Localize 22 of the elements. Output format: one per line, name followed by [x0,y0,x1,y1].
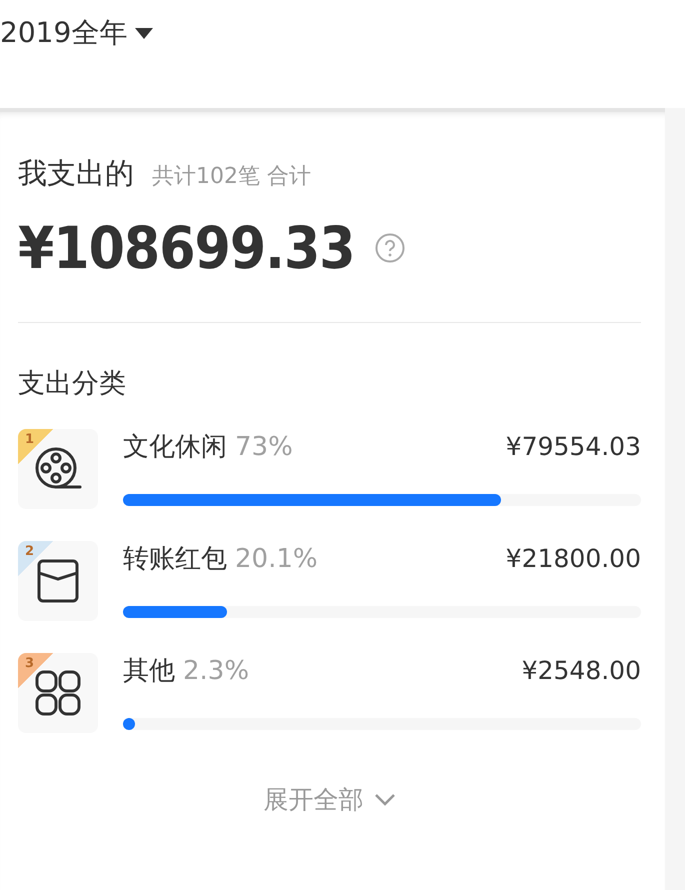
category-amount: ¥2548.00 [522,656,641,685]
help-icon[interactable] [374,233,405,263]
category-percent: 2.3% [183,656,250,686]
grid-icon [35,670,81,716]
category-amount: ¥79554.03 [506,432,641,461]
card-title: 我支出的 [18,155,134,192]
category-name: 文化休闲 [123,432,227,462]
category-percent: 20.1% [235,544,318,574]
section-title: 支出分类 [18,367,127,401]
rank-badge: 2 [18,541,53,576]
category-percent: 73% [235,432,293,462]
total-amount: ¥108699.33 [18,214,355,282]
rank-badge: 1 [18,429,53,464]
rank-badge: 3 [18,653,53,688]
period-dropdown[interactable]: 2019全年 [0,14,154,52]
chevron-down-icon [374,793,396,806]
category-amount: ¥21800.00 [506,544,641,573]
category-name: 转账红包 [123,544,227,574]
category-name: 其他 [123,656,175,686]
caret-icon [135,28,154,38]
transaction-count: 共计102笔 合计 [152,163,311,191]
envelope-icon [37,559,79,603]
